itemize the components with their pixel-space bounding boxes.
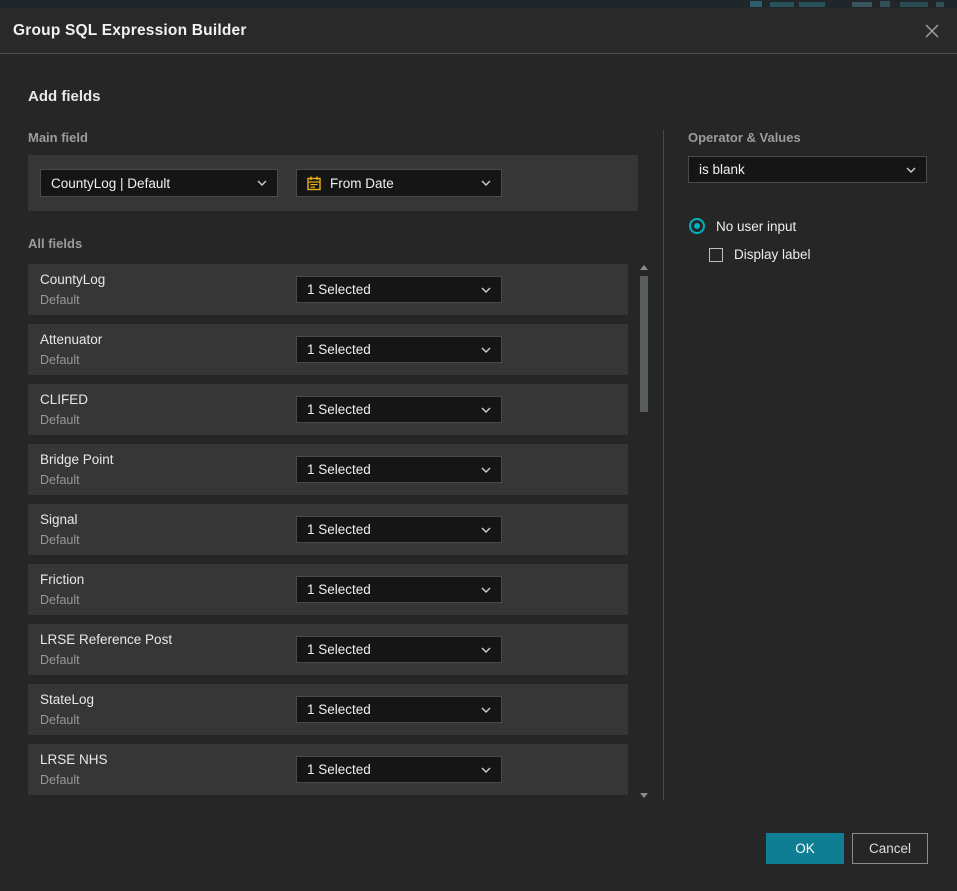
all-fields-label: All fields: [28, 236, 82, 251]
chevron-down-icon: [481, 647, 491, 653]
chevron-down-icon: [481, 587, 491, 593]
all-fields-list: CountyLog Default 1 Selected Attenuator …: [28, 264, 628, 804]
selected-value: 1 Selected: [307, 642, 475, 657]
field-sublabel: Default: [40, 473, 80, 487]
background-fragment: [750, 1, 762, 7]
chevron-down-icon: [481, 180, 491, 186]
field-name: Friction: [40, 572, 84, 587]
chevron-down-icon: [481, 287, 491, 293]
selected-value: 1 Selected: [307, 702, 475, 717]
field-selected-dropdown[interactable]: 1 Selected: [296, 276, 502, 303]
field-name: Bridge Point: [40, 452, 114, 467]
cancel-button[interactable]: Cancel: [852, 833, 928, 864]
main-field-layer-select[interactable]: CountyLog | Default: [40, 169, 278, 197]
no-user-input-option[interactable]: No user input: [689, 218, 796, 234]
operator-select[interactable]: is blank: [688, 156, 927, 183]
field-sublabel: Default: [40, 413, 80, 427]
scroll-down-arrow-icon[interactable]: [640, 793, 648, 798]
field-name: LRSE NHS: [40, 752, 108, 767]
field-selected-dropdown[interactable]: 1 Selected: [296, 696, 502, 723]
selected-value: 1 Selected: [307, 402, 475, 417]
chevron-down-icon: [257, 180, 267, 186]
layer-select-value: CountyLog | Default: [51, 176, 251, 191]
field-selected-dropdown[interactable]: 1 Selected: [296, 516, 502, 543]
calendar-icon: [307, 176, 321, 191]
field-name: Signal: [40, 512, 78, 527]
field-row-lrse-reference-post: LRSE Reference Post Default 1 Selected: [28, 624, 628, 675]
field-name: CLIFED: [40, 392, 88, 407]
field-selected-dropdown[interactable]: 1 Selected: [296, 336, 502, 363]
background-fragment: [852, 2, 872, 7]
dialog-title: Group SQL Expression Builder: [13, 8, 247, 54]
field-row-lrse-nhs: LRSE NHS Default 1 Selected: [28, 744, 628, 795]
scrollbar-thumb[interactable]: [640, 276, 648, 412]
background-fragment: [799, 2, 825, 7]
field-selected-dropdown[interactable]: 1 Selected: [296, 636, 502, 663]
chevron-down-icon: [481, 767, 491, 773]
selected-value: 1 Selected: [307, 462, 475, 477]
field-selected-dropdown[interactable]: 1 Selected: [296, 396, 502, 423]
operator-select-value: is blank: [699, 162, 900, 177]
background-fragment: [900, 2, 928, 7]
selected-value: 1 Selected: [307, 762, 475, 777]
chevron-down-icon: [481, 407, 491, 413]
display-label-text[interactable]: Display label: [734, 247, 811, 262]
list-scrollbar[interactable]: [639, 263, 650, 800]
field-row-friction: Friction Default 1 Selected: [28, 564, 628, 615]
close-icon: [924, 23, 940, 39]
field-row-signal: Signal Default 1 Selected: [28, 504, 628, 555]
field-row-bridge-point: Bridge Point Default 1 Selected: [28, 444, 628, 495]
field-name: CountyLog: [40, 272, 105, 287]
field-row-countylog: CountyLog Default 1 Selected: [28, 264, 628, 315]
selected-value: 1 Selected: [307, 522, 475, 537]
display-label-checkbox[interactable]: [709, 248, 723, 262]
background-fragment: [880, 1, 890, 7]
field-name: Attenuator: [40, 332, 102, 347]
main-field-field-select[interactable]: From Date: [296, 169, 502, 197]
field-row-statelog: StateLog Default 1 Selected: [28, 684, 628, 735]
field-selected-dropdown[interactable]: 1 Selected: [296, 576, 502, 603]
main-field-container: CountyLog | Default From Date: [28, 155, 638, 211]
no-user-input-radio[interactable]: [689, 218, 705, 234]
selected-value: 1 Selected: [307, 282, 475, 297]
close-button[interactable]: [920, 19, 944, 43]
field-sublabel: Default: [40, 713, 80, 727]
selected-value: 1 Selected: [307, 582, 475, 597]
main-field-label: Main field: [28, 130, 88, 145]
field-name: LRSE Reference Post: [40, 632, 172, 647]
selected-value: 1 Selected: [307, 342, 475, 357]
chevron-down-icon: [481, 707, 491, 713]
field-sublabel: Default: [40, 353, 80, 367]
chevron-down-icon: [481, 347, 491, 353]
field-selected-dropdown[interactable]: 1 Selected: [296, 456, 502, 483]
chevron-down-icon: [906, 167, 916, 173]
field-row-clifed: CLIFED Default 1 Selected: [28, 384, 628, 435]
ok-button[interactable]: OK: [766, 833, 844, 864]
field-name: StateLog: [40, 692, 94, 707]
operator-values-label: Operator & Values: [688, 130, 801, 145]
no-user-input-label[interactable]: No user input: [716, 219, 796, 234]
group-sql-expression-builder-dialog: Group SQL Expression Builder Add fields …: [0, 0, 957, 891]
background-fragment: [936, 2, 944, 7]
field-sublabel: Default: [40, 533, 80, 547]
field-row-attenuator: Attenuator Default 1 Selected: [28, 324, 628, 375]
chevron-down-icon: [481, 527, 491, 533]
background-app-strip: [0, 0, 957, 8]
chevron-down-icon: [481, 467, 491, 473]
add-fields-heading: Add fields: [28, 88, 101, 105]
field-sublabel: Default: [40, 773, 80, 787]
display-label-option[interactable]: Display label: [709, 247, 811, 262]
panel-divider: [663, 130, 664, 800]
field-sublabel: Default: [40, 593, 80, 607]
field-sublabel: Default: [40, 653, 80, 667]
field-selected-dropdown[interactable]: 1 Selected: [296, 756, 502, 783]
field-sublabel: Default: [40, 293, 80, 307]
scroll-up-arrow-icon[interactable]: [640, 265, 648, 270]
dialog-title-bar: Group SQL Expression Builder: [0, 8, 957, 54]
field-select-value: From Date: [330, 176, 475, 191]
background-fragment: [770, 2, 794, 7]
